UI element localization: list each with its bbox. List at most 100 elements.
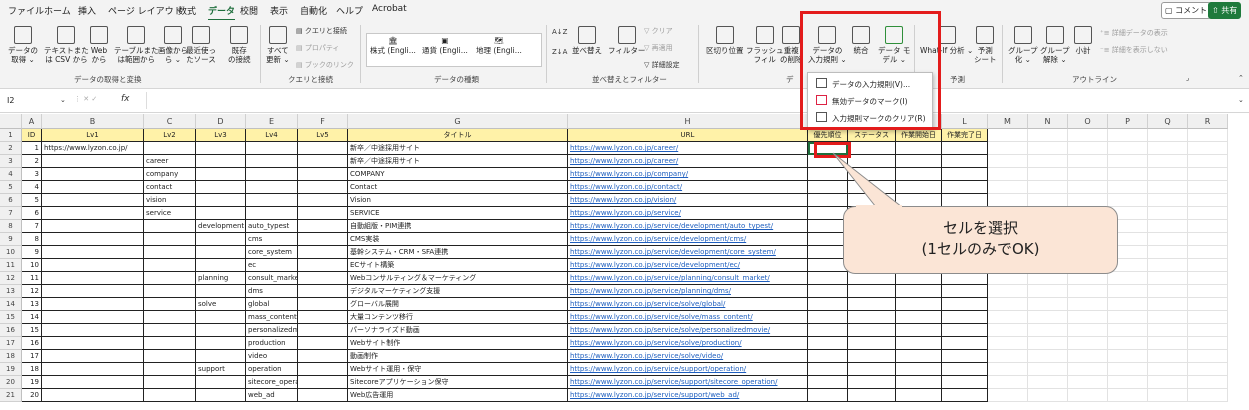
row-header[interactable]: 12 <box>0 272 22 285</box>
cell[interactable] <box>1028 285 1068 298</box>
cell[interactable]: https://www.lyzon.co.jp/company/ <box>568 168 808 181</box>
hide-detail-button[interactable]: ⁻≡ 詳細を表示しない <box>1100 45 1168 55</box>
cell[interactable]: グローバル展開 <box>348 298 568 311</box>
row-header[interactable]: 2 <box>0 142 22 155</box>
cell[interactable] <box>1028 142 1068 155</box>
cell[interactable] <box>1188 363 1228 376</box>
cell[interactable] <box>942 376 988 389</box>
sort-az-button[interactable]: A↓Z <box>552 28 567 36</box>
cell[interactable] <box>896 363 942 376</box>
cell[interactable] <box>1188 246 1228 259</box>
cell[interactable] <box>196 376 246 389</box>
cell[interactable]: dms <box>246 285 298 298</box>
cell[interactable] <box>1148 233 1188 246</box>
cell[interactable] <box>1188 285 1228 298</box>
cell[interactable] <box>1068 350 1108 363</box>
cell[interactable] <box>1148 194 1188 207</box>
table-header-cell[interactable]: 優先順位 <box>808 129 848 142</box>
cell[interactable] <box>1108 363 1148 376</box>
cell[interactable] <box>42 155 144 168</box>
cell[interactable] <box>848 311 896 324</box>
from-web-button[interactable]: Web から <box>90 26 108 64</box>
cell[interactable]: personalizedmovie <box>246 324 298 337</box>
cell[interactable] <box>988 376 1028 389</box>
cell[interactable] <box>1028 324 1068 337</box>
cell[interactable]: planning <box>196 272 246 285</box>
table-header-cell[interactable]: ID <box>22 129 42 142</box>
expand-formula-icon[interactable]: ⌄ <box>1238 96 1244 104</box>
cell[interactable] <box>896 350 942 363</box>
cell[interactable] <box>196 181 246 194</box>
cell[interactable] <box>808 220 848 233</box>
cell[interactable]: Vision <box>348 194 568 207</box>
cell[interactable] <box>298 142 348 155</box>
cell[interactable]: mass_content <box>246 311 298 324</box>
cell[interactable] <box>1028 363 1068 376</box>
cell[interactable]: 7 <box>22 220 42 233</box>
cell[interactable]: Webサイト制作 <box>348 337 568 350</box>
cell[interactable]: 2 <box>22 155 42 168</box>
cell[interactable] <box>246 142 298 155</box>
table-header-cell[interactable] <box>1068 129 1108 142</box>
cell[interactable] <box>1148 389 1188 402</box>
row-header[interactable]: 5 <box>0 181 22 194</box>
cell[interactable]: 3 <box>22 168 42 181</box>
cell[interactable]: career <box>144 155 196 168</box>
cell[interactable] <box>1188 155 1228 168</box>
cell[interactable]: 大量コンテンツ移行 <box>348 311 568 324</box>
cell[interactable]: vision <box>144 194 196 207</box>
from-table-button[interactable]: テーブルまた は範囲から <box>114 26 159 64</box>
cell[interactable] <box>1188 220 1228 233</box>
table-header-cell[interactable] <box>1188 129 1228 142</box>
cell[interactable] <box>1148 181 1188 194</box>
cell[interactable]: COMPANY <box>348 168 568 181</box>
cell[interactable] <box>1108 350 1148 363</box>
column-header[interactable]: A <box>22 114 42 129</box>
cell[interactable] <box>298 350 348 363</box>
cell[interactable]: https://www.lyzon.co.jp/career/ <box>568 142 808 155</box>
table-header-cell[interactable] <box>988 129 1028 142</box>
cell[interactable] <box>1148 337 1188 350</box>
column-header[interactable]: R <box>1188 114 1228 129</box>
cell[interactable] <box>1068 155 1108 168</box>
flash-fill-button[interactable]: フラッシュ フィル <box>746 26 784 64</box>
cell[interactable]: https://www.lyzon.co.jp/service/support/… <box>568 389 808 402</box>
cell[interactable] <box>42 207 144 220</box>
cell[interactable] <box>1028 181 1068 194</box>
row-header[interactable]: 16 <box>0 324 22 337</box>
cell[interactable] <box>942 142 988 155</box>
cell[interactable] <box>196 142 246 155</box>
cell[interactable]: SERVICE <box>348 207 568 220</box>
cell[interactable] <box>1028 311 1068 324</box>
geography-type-button[interactable]: 🗺 地理 (Engli... <box>476 36 522 56</box>
cell[interactable] <box>298 233 348 246</box>
menu-tab[interactable]: ファイル <box>8 4 44 17</box>
cell[interactable] <box>942 298 988 311</box>
cell[interactable]: 17 <box>22 350 42 363</box>
table-header-cell[interactable]: Lv5 <box>298 129 348 142</box>
cell[interactable] <box>988 298 1028 311</box>
cell[interactable]: 自動組版・PIM連携 <box>348 220 568 233</box>
cell[interactable] <box>196 207 246 220</box>
cell[interactable] <box>144 298 196 311</box>
cell[interactable] <box>1108 155 1148 168</box>
currency-type-button[interactable]: ▣ 通貨 (Engli... <box>422 36 468 56</box>
cell[interactable] <box>246 194 298 207</box>
table-header-cell[interactable]: ステータス <box>848 129 896 142</box>
cell[interactable] <box>144 272 196 285</box>
cell[interactable] <box>808 272 848 285</box>
cell[interactable]: https://www.lyzon.co.jp/service/developm… <box>568 246 808 259</box>
cell[interactable] <box>196 324 246 337</box>
cell[interactable] <box>1188 376 1228 389</box>
existing-connections-button[interactable]: 既存 の接続 <box>228 26 251 64</box>
cell[interactable]: service <box>144 207 196 220</box>
cell[interactable] <box>988 350 1028 363</box>
cell[interactable]: 5 <box>22 194 42 207</box>
cell[interactable] <box>848 285 896 298</box>
cell[interactable] <box>42 285 144 298</box>
cell[interactable] <box>1028 298 1068 311</box>
menu-tab[interactable]: 自動化 <box>300 4 327 17</box>
row-header[interactable]: 17 <box>0 337 22 350</box>
cell[interactable] <box>1188 337 1228 350</box>
cell[interactable]: パーソナライズド動画 <box>348 324 568 337</box>
